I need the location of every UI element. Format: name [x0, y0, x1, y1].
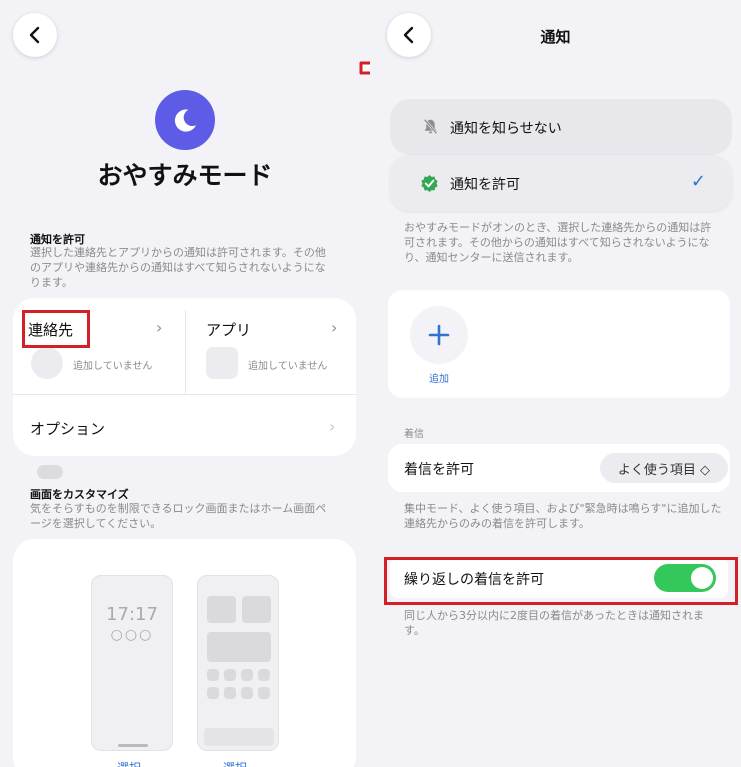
chevron-right-icon: › [331, 318, 338, 337]
app-tile [241, 669, 253, 681]
calls-heading: 着信 [404, 429, 424, 440]
option-label: 通知を許可 [450, 177, 520, 193]
select-lock-screen-link[interactable]: 選択 [117, 759, 141, 767]
focus-mode-screen: おやすみモード 通知を許可 選択した連絡先とアプリからの通知は許可されます。その… [0, 0, 370, 767]
add-label: 追加 [429, 374, 449, 385]
option-label: 通知を知らせない [450, 121, 562, 137]
dock [204, 728, 274, 746]
repeated-calls-description: 同じ人から3分以内に2度目の着信があったときは通知されます。 [404, 609, 704, 637]
moon-icon [155, 90, 215, 150]
page-indicator [37, 465, 63, 479]
add-contact-button[interactable] [410, 306, 468, 364]
app-tile [224, 669, 236, 681]
option-allow-notifications[interactable]: 通知を許可 ✓ [390, 155, 732, 211]
customize-screen-heading: 画面をカスタマイズ [30, 488, 129, 501]
lock-screen-time: 17:17 [106, 604, 158, 625]
bell-slash-icon [422, 118, 439, 139]
home-screen-preview[interactable] [197, 575, 279, 751]
widget-tile [207, 596, 236, 623]
plus-icon [428, 324, 450, 346]
options-row[interactable]: オプション › [13, 395, 356, 456]
option-silence-notifications[interactable]: 通知を知らせない [390, 99, 732, 155]
app-tile [224, 687, 236, 699]
app-tile [258, 669, 270, 681]
notifications-screen: 通知 通知を知らせない 通知を許可 ✓ おやすみモードがオンのとき、選択した連絡… [370, 0, 741, 767]
widget-tile [207, 632, 271, 662]
apps-cell[interactable]: アプリ › 追加していません [186, 298, 356, 394]
contact-avatar-placeholder [31, 347, 63, 379]
contacts-status: 追加していません [73, 361, 153, 372]
check-badge-icon [420, 174, 439, 197]
options-label: オプション [30, 420, 106, 438]
allow-calls-label: 着信を許可 [404, 462, 474, 478]
page-title: おやすみモード [97, 161, 273, 190]
app-tile [258, 687, 270, 699]
app-icon-placeholder [206, 347, 238, 379]
customize-screen-description: 気をそらすものを制限できるロック画面またはホーム画面ページを選択してください。 [30, 502, 327, 530]
chevron-left-icon [29, 26, 40, 44]
screen-preview-card: 17:17 ○○○ 選択 選択 [13, 539, 356, 767]
app-tile [207, 669, 219, 681]
nav-title: 通知 [540, 28, 571, 46]
allow-description: おやすみモードがオンのとき、選択した連絡先からの通知は許可されます。その他からの… [404, 221, 712, 264]
app-tile [207, 687, 219, 699]
allow-calls-select[interactable]: よく使う項目 ◇ [600, 453, 728, 483]
chevron-right-icon: › [156, 318, 163, 337]
checkmark-icon: ✓ [690, 171, 706, 192]
repeated-calls-highlight-box [384, 557, 738, 605]
apps-label: アプリ [206, 321, 252, 339]
apps-status: 追加していません [248, 361, 328, 372]
back-button[interactable] [13, 13, 57, 57]
widget-tile [242, 596, 271, 623]
home-indicator [118, 744, 148, 747]
calls-description: 集中モード、よく使う項目、および"緊急時は鳴らす"に追加した連絡先からのみの着信… [404, 502, 722, 530]
lock-screen-widgets: ○○○ [110, 627, 154, 643]
lock-screen-preview[interactable]: 17:17 ○○○ [91, 575, 173, 751]
app-tile [241, 687, 253, 699]
select-home-screen-link[interactable]: 選択 [223, 759, 247, 767]
contacts-highlight-box [22, 310, 90, 348]
allow-notifications-description: 選択した連絡先とアプリからの通知は許可されます。その他のアプリや連絡先からの通知… [30, 246, 326, 289]
chevron-right-icon: › [329, 417, 336, 436]
